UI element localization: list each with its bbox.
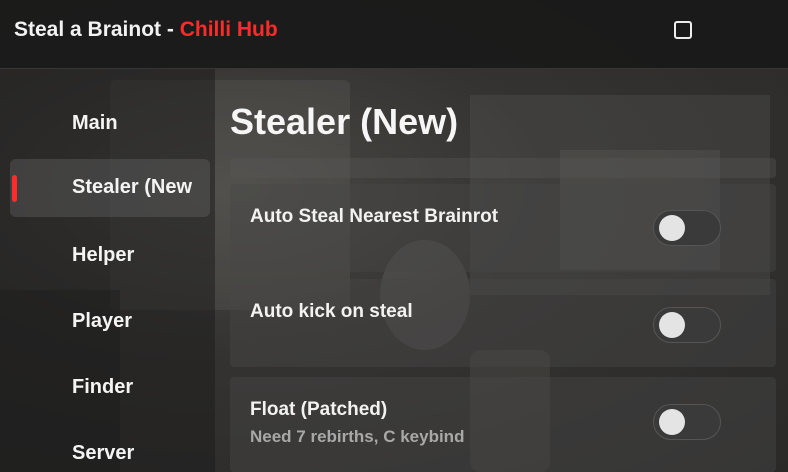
toggle-label: Auto kick on steal: [250, 301, 413, 322]
sidebar-item-label: Player: [72, 310, 133, 332]
sidebar-item-stealer[interactable]: Stealer (New: [10, 159, 210, 217]
sidebar-item-player[interactable]: Player: [10, 293, 210, 351]
toggle-sublabel: Need 7 rebirths, C keybind: [250, 427, 465, 446]
page-title: Stealer (New): [230, 101, 459, 142]
window-title: Steal a Brainot - Chilli Hub: [14, 18, 278, 42]
sidebar-item-label: Stealer (New: [72, 176, 193, 198]
title-bar: Steal a Brainot - Chilli Hub: [0, 0, 788, 69]
title-accent: Chilli Hub: [179, 18, 278, 41]
toggle-card-auto-kick: Auto kick on steal: [230, 279, 776, 367]
toggle-knob: [659, 409, 685, 435]
active-indicator: [12, 175, 17, 202]
sidebar-item-main[interactable]: Main: [10, 95, 210, 153]
main-panel: Stealer (New) Auto Steal Nearest Brainro…: [215, 69, 788, 472]
float-toggle[interactable]: [653, 404, 721, 440]
sidebar-item-label: Finder: [72, 376, 134, 398]
hub-window: Steal a Brainot - Chilli Hub Main Steale…: [0, 0, 788, 472]
toggle-card-float: Float (Patched) Need 7 rebirths, C keybi…: [230, 377, 776, 472]
sidebar: Main Stealer (New Helper Player Finder S…: [0, 69, 215, 472]
section-divider: [230, 158, 776, 178]
toggle-label: Float (Patched): [250, 399, 388, 420]
square-outline-icon[interactable]: [674, 21, 692, 39]
toggle-knob: [659, 215, 685, 241]
sidebar-item-label: Helper: [72, 244, 135, 266]
sidebar-item-finder[interactable]: Finder: [10, 359, 210, 417]
toggle-label: Auto Steal Nearest Brainrot: [250, 206, 499, 227]
toggle-card-auto-steal: Auto Steal Nearest Brainrot: [230, 184, 776, 272]
auto-kick-toggle[interactable]: [653, 307, 721, 343]
sidebar-item-label: Main: [72, 112, 118, 134]
toggle-knob: [659, 312, 685, 338]
auto-steal-toggle[interactable]: [653, 210, 721, 246]
title-prefix: Steal a Brainot -: [14, 18, 180, 41]
sidebar-item-label: Server: [72, 442, 135, 464]
sidebar-item-helper[interactable]: Helper: [10, 227, 210, 285]
sidebar-item-server[interactable]: Server: [10, 425, 210, 472]
